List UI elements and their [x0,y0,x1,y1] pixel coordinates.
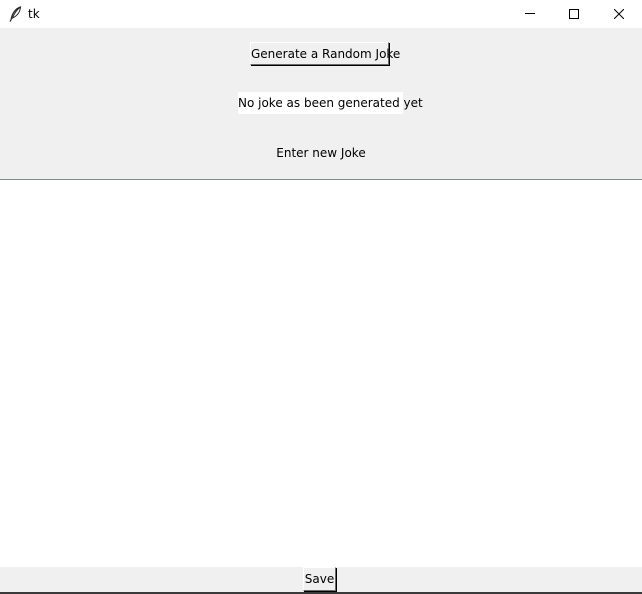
feather-icon [8,5,22,22]
window-content: Generate a Random Joke No joke as been g… [0,28,642,594]
close-icon [614,9,624,19]
enter-joke-label: Enter new Joke [276,146,366,160]
close-button[interactable] [596,0,642,28]
window-title: tk [28,7,40,21]
new-joke-text-area[interactable] [0,179,642,567]
generate-joke-button[interactable]: Generate a Random Joke [250,42,400,65]
save-button[interactable]: Save [303,567,336,591]
joke-display-label: No joke as been generated yet [238,92,423,114]
maximize-button[interactable] [551,0,597,28]
title-bar: tk [0,0,642,28]
maximize-icon [569,9,579,19]
minimize-icon [525,13,535,14]
minimize-button[interactable] [507,0,553,28]
